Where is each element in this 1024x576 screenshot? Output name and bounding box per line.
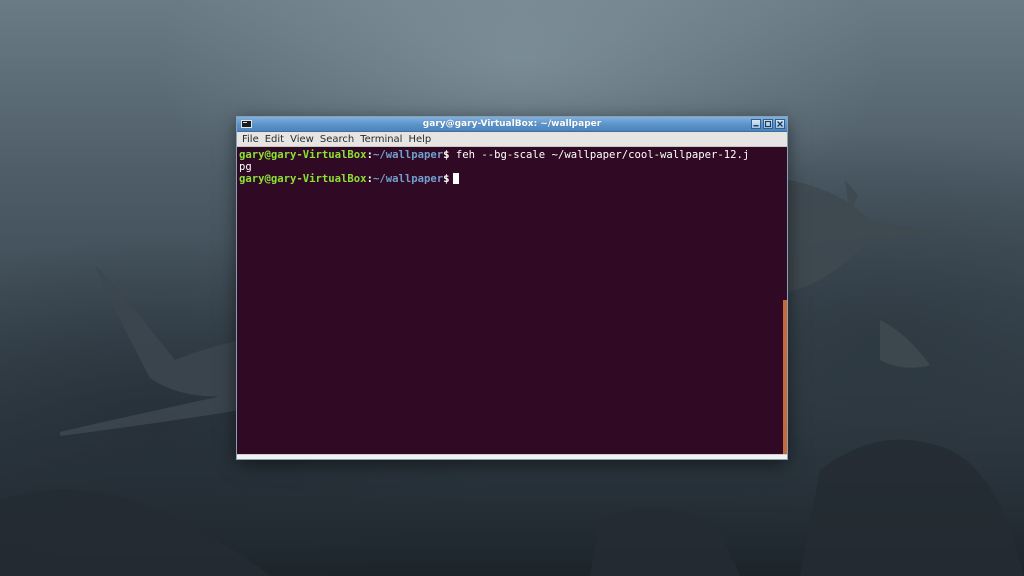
- menu-bar: File Edit View Search Terminal Help: [237, 132, 787, 147]
- terminal-output[interactable]: gary@gary-VirtualBox:~/wallpaper$ feh --…: [237, 148, 783, 455]
- menu-file[interactable]: File: [239, 132, 262, 147]
- minimize-icon[interactable]: [751, 119, 761, 129]
- scrollbar-thumb[interactable]: [783, 300, 787, 455]
- prompt-user-host: gary@gary-VirtualBox: [239, 149, 367, 161]
- terminal-window[interactable]: gary@gary-VirtualBox: ~/wallpaper File E…: [237, 117, 787, 459]
- prompt-user-host: gary@gary-VirtualBox: [239, 173, 367, 185]
- window-bottom-edge: [237, 454, 787, 459]
- window-controls: [751, 119, 785, 129]
- command-text: feh --bg-scale ~/wallpaper/cool-wallpape…: [449, 149, 750, 161]
- prompt-symbol: $: [443, 173, 450, 185]
- prompt-path: ~/wallpaper: [372, 149, 444, 161]
- scrollbar[interactable]: [783, 148, 787, 455]
- terminal-line: gary@gary-VirtualBox:~/wallpaper$: [239, 173, 783, 185]
- prompt-path: ~/wallpaper: [372, 173, 444, 185]
- title-bar[interactable]: gary@gary-VirtualBox: ~/wallpaper: [237, 117, 787, 132]
- menu-search[interactable]: Search: [317, 132, 357, 147]
- terminal-line: pg: [239, 161, 783, 173]
- menu-view[interactable]: View: [287, 132, 317, 147]
- menu-help[interactable]: Help: [405, 132, 434, 147]
- menu-edit[interactable]: Edit: [262, 132, 287, 147]
- text-cursor: [452, 173, 459, 184]
- window-title: gary@gary-VirtualBox: ~/wallpaper: [422, 119, 602, 129]
- menu-terminal[interactable]: Terminal: [357, 132, 405, 147]
- maximize-icon[interactable]: [763, 119, 773, 129]
- close-icon[interactable]: [775, 119, 785, 129]
- terminal-line: gary@gary-VirtualBox:~/wallpaper$ feh --…: [239, 149, 783, 161]
- command-continuation: pg: [239, 161, 252, 173]
